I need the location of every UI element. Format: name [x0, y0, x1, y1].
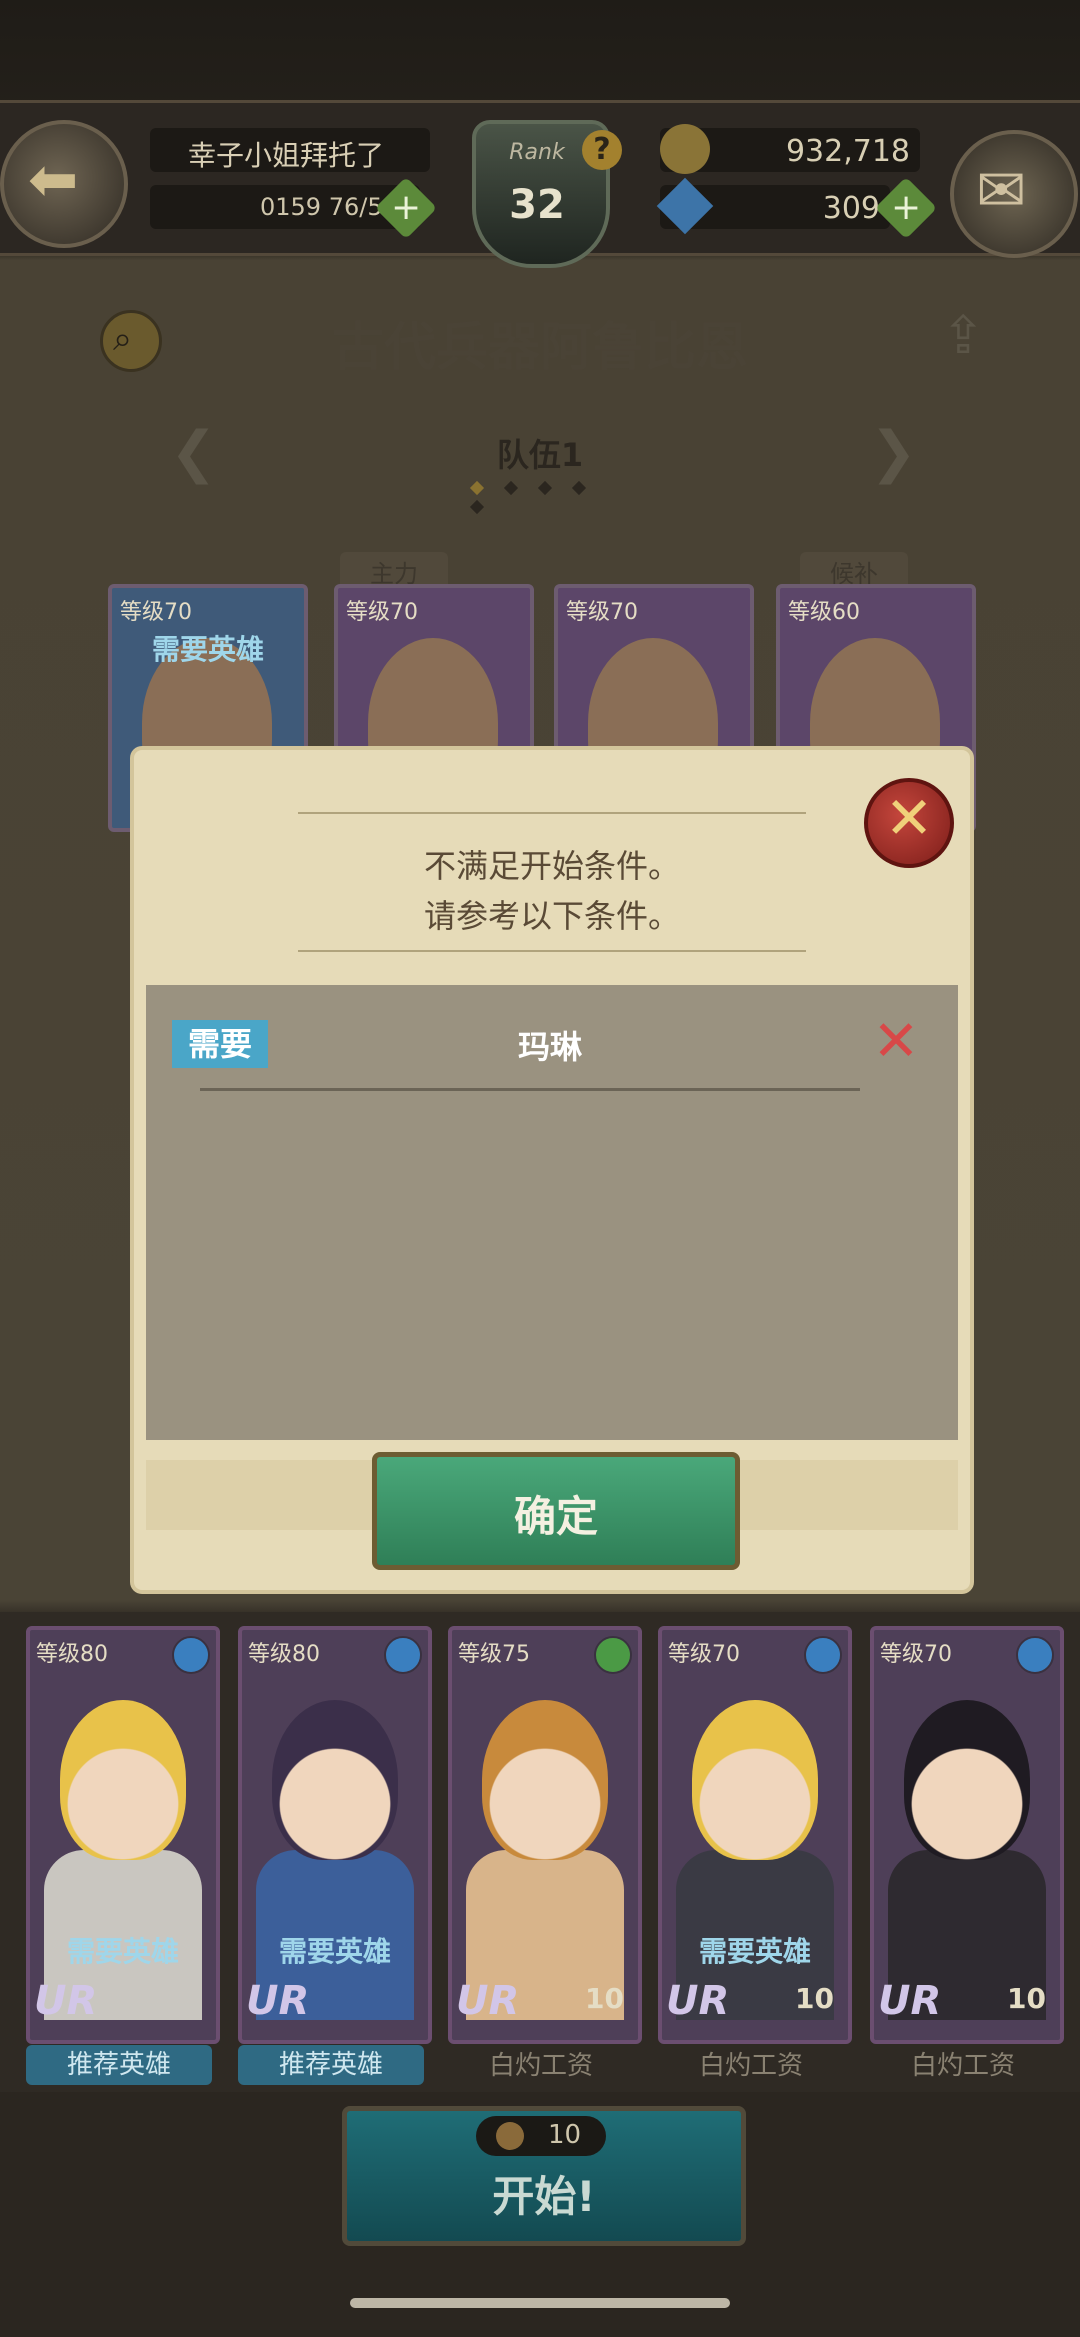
- hero-level: 等级70: [668, 1642, 740, 1667]
- mail-button[interactable]: ✉: [950, 130, 1078, 258]
- team-page-dot[interactable]: [537, 480, 553, 496]
- stage-title: 古代兵器阿鲁比恩: [331, 318, 748, 378]
- team-label: 队伍1: [496, 436, 584, 474]
- rarity-badge: UR: [666, 1978, 730, 2024]
- element-icon: [804, 1636, 842, 1674]
- hero-card[interactable]: 等级75 UR 10: [448, 1626, 642, 2044]
- rarity-badge: UR: [34, 1978, 98, 2024]
- hero-card[interactable]: 等级70 UR 需要英雄 10: [658, 1626, 852, 2044]
- hero-level: 等级70: [880, 1642, 952, 1667]
- rarity-badge: UR: [878, 1978, 942, 2024]
- coin-icon: [660, 124, 710, 174]
- dialog-message-line2: 请参考以下条件。: [423, 897, 680, 935]
- condition-name: 玛琳: [517, 1028, 582, 1066]
- plus-icon: +: [390, 186, 422, 228]
- team-card-level: 等级70: [346, 600, 418, 625]
- team-page-dot[interactable]: [571, 480, 587, 496]
- hero-portrait: [904, 1700, 1030, 1860]
- hero-label: 推荐英雄: [238, 2045, 424, 2085]
- hero-card[interactable]: 等级80 UR 需要英雄: [238, 1626, 432, 2044]
- element-icon: [384, 1636, 422, 1674]
- team-page-dot[interactable]: [469, 499, 485, 515]
- element-icon: [1016, 1636, 1054, 1674]
- hero-level: 等级75: [458, 1642, 530, 1667]
- team-card-level: 等级60: [788, 600, 860, 625]
- player-name-bar: 幸子小姐拜托了: [150, 128, 430, 172]
- rank-value: 32: [509, 182, 565, 228]
- hero-card[interactable]: 等级80 UR 需要英雄: [26, 1626, 220, 2044]
- hero-label: 白灼工资: [698, 2051, 803, 2081]
- condition-tag: 需要: [172, 1020, 268, 1068]
- team-card-note: 需要英雄: [151, 633, 264, 666]
- team-card-level: 等级70: [566, 600, 638, 625]
- team-page-dots: [460, 478, 620, 515]
- start-cost-pill: 10: [476, 2116, 606, 2156]
- boost-icon[interactable]: ⇪: [928, 306, 998, 376]
- home-indicator[interactable]: [350, 2298, 730, 2308]
- hero-label: 推荐英雄: [26, 2045, 212, 2085]
- close-icon: ✕: [884, 784, 934, 852]
- hero-cost: 10: [585, 1982, 624, 2015]
- hero-need-label: 需要英雄: [698, 1935, 811, 1968]
- gold-value: 932,718: [785, 134, 910, 169]
- next-team-arrow[interactable]: ❯: [870, 420, 917, 485]
- rarity-badge: UR: [456, 1978, 520, 2024]
- hero-level: 等级80: [248, 1642, 320, 1667]
- hero-portrait: [60, 1700, 186, 1860]
- confirm-button[interactable]: 确定: [372, 1452, 740, 1570]
- confirm-label: 确定: [513, 1492, 598, 1541]
- dialog-divider-top: [298, 812, 806, 814]
- back-arrow-icon: ⬅: [28, 145, 79, 215]
- team-page-dot[interactable]: [469, 480, 485, 496]
- rarity-badge: UR: [246, 1978, 310, 2024]
- hero-portrait: [482, 1700, 608, 1860]
- hero-label: 白灼工资: [488, 2051, 593, 2081]
- plus-icon: +: [890, 186, 922, 228]
- hero-cost: 10: [1007, 1982, 1046, 2015]
- hero-need-label: 需要英雄: [278, 1935, 391, 1968]
- unmet-cross-icon: ✕: [872, 1009, 920, 1074]
- hero-card[interactable]: 等级70 UR 10: [870, 1626, 1064, 2044]
- hero-level: 等级80: [36, 1642, 108, 1667]
- gem-value: 309: [822, 191, 880, 226]
- team-card-level: 等级70: [120, 600, 192, 625]
- start-label: 开始!: [492, 2172, 596, 2221]
- envelope-icon: ✉: [976, 156, 1027, 226]
- close-button[interactable]: ✕: [864, 778, 954, 868]
- hero-portrait: [692, 1700, 818, 1860]
- hero-cost: 10: [795, 1982, 834, 2015]
- back-button[interactable]: ⬅: [0, 120, 128, 248]
- element-icon: [594, 1636, 632, 1674]
- team-page-dot[interactable]: [503, 480, 519, 496]
- start-cost: 10: [548, 2120, 582, 2150]
- hero-label: 白灼工资: [910, 2051, 1015, 2081]
- player-name: 幸子小姐拜托了: [188, 139, 385, 172]
- hero-need-label: 需要英雄: [66, 1935, 179, 1968]
- hero-portrait: [272, 1700, 398, 1860]
- condition-separator: [200, 1088, 860, 1091]
- element-icon: [172, 1636, 210, 1674]
- dialog-divider-bottom: [298, 950, 806, 952]
- stamina-icon: [496, 2122, 524, 2150]
- dialog-message-line1: 不满足开始条件。: [423, 847, 680, 885]
- help-icon[interactable]: ?: [582, 130, 622, 170]
